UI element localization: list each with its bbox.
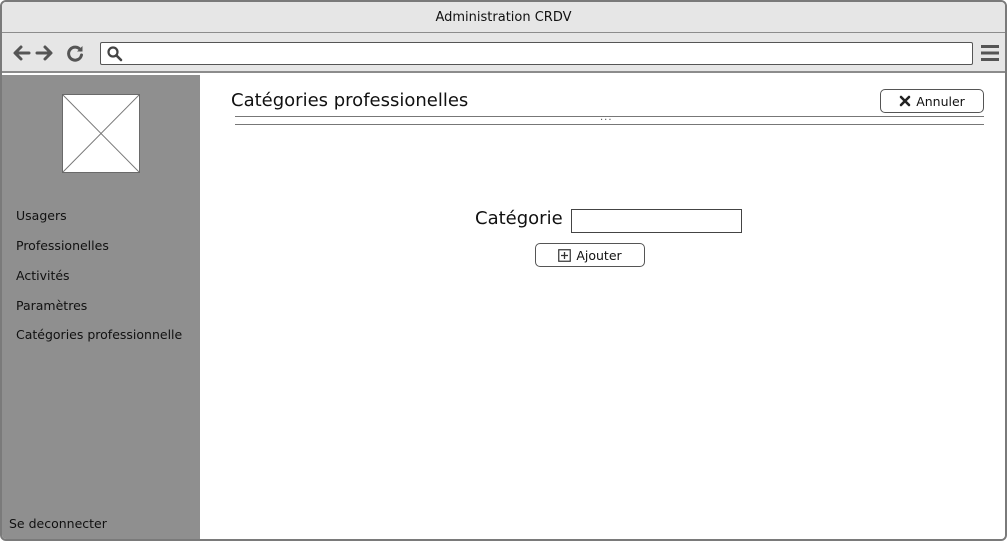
- address-bar[interactable]: [100, 42, 973, 65]
- main-content: Catégories professionelles Annuler ... C…: [200, 75, 1005, 539]
- sidebar: Usagers Professionelles Activités Paramè…: [2, 75, 200, 539]
- title-bar: Administration CRDV: [2, 2, 1005, 33]
- cancel-button-label: Annuler: [916, 93, 965, 109]
- plus-box-icon: [558, 248, 572, 262]
- cancel-button[interactable]: Annuler: [880, 89, 984, 113]
- header-divider-lower: [235, 124, 984, 125]
- hamburger-menu-icon[interactable]: [980, 44, 1000, 62]
- sidebar-item-professionelles[interactable]: Professionelles: [16, 238, 109, 253]
- reload-icon[interactable]: [65, 43, 85, 63]
- sidebar-item-usagers[interactable]: Usagers: [16, 208, 67, 223]
- forward-arrow-icon[interactable]: [35, 43, 55, 63]
- sidebar-item-categories[interactable]: Catégories professionnelle: [16, 327, 182, 342]
- splitter-grip[interactable]: ...: [600, 113, 613, 123]
- logout-link[interactable]: Se deconnecter: [9, 516, 107, 531]
- back-arrow-icon[interactable]: [11, 43, 31, 63]
- image-placeholder-icon: [62, 94, 140, 173]
- add-button[interactable]: Ajouter: [535, 243, 645, 267]
- browser-window: Administration CRDV Usagers Professionel…: [0, 0, 1007, 541]
- add-button-label: Ajouter: [576, 247, 622, 263]
- window-title: Administration CRDV: [435, 9, 572, 25]
- categorie-input[interactable]: [571, 209, 742, 233]
- close-x-icon: [899, 95, 911, 107]
- categorie-label: Catégorie: [475, 208, 563, 229]
- browser-toolbar: [2, 33, 1005, 73]
- sidebar-item-parametres[interactable]: Paramètres: [16, 298, 87, 313]
- search-icon: [106, 45, 123, 62]
- sidebar-item-activites[interactable]: Activités: [16, 268, 70, 283]
- page-title: Catégories professionelles: [231, 90, 469, 111]
